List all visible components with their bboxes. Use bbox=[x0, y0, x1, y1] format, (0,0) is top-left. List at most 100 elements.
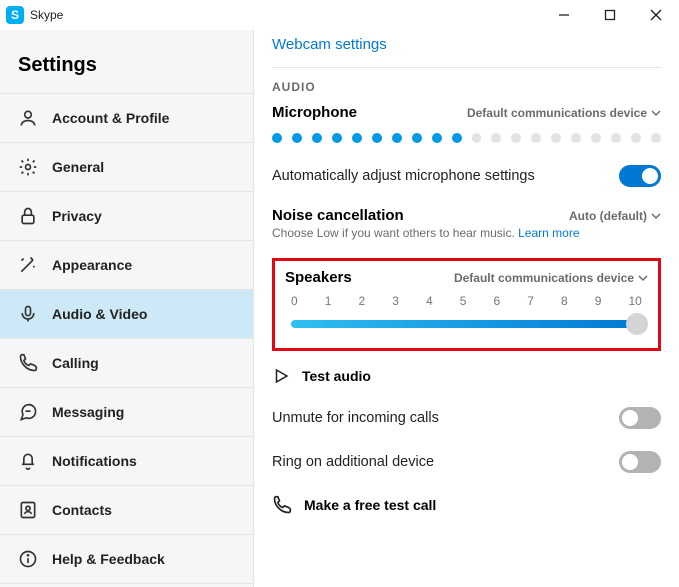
sidebar-item-help[interactable]: Help & Feedback bbox=[0, 534, 253, 584]
app-title: Skype bbox=[30, 8, 63, 22]
person-icon bbox=[18, 108, 38, 128]
meter-dot bbox=[491, 133, 501, 143]
maximize-button[interactable] bbox=[587, 0, 633, 30]
sidebar-item-contacts[interactable]: Contacts bbox=[0, 485, 253, 534]
meter-dot bbox=[272, 133, 282, 143]
meter-dot bbox=[571, 133, 581, 143]
meter-dot bbox=[551, 133, 561, 143]
sidebar-item-notifications[interactable]: Notifications bbox=[0, 436, 253, 485]
meter-dot bbox=[352, 133, 362, 143]
tick-label: 10 bbox=[629, 294, 642, 308]
tick-label: 6 bbox=[494, 294, 501, 308]
microphone-label: Microphone bbox=[272, 104, 357, 121]
noise-cancellation-select[interactable]: Auto (default) bbox=[569, 209, 661, 223]
speakers-volume-slider[interactable] bbox=[285, 312, 648, 334]
sidebar-item-label: Account & Profile bbox=[52, 110, 169, 126]
app-icon: S bbox=[6, 6, 24, 24]
meter-dot bbox=[531, 133, 541, 143]
ring-label: Ring on additional device bbox=[272, 454, 434, 470]
sidebar-item-label: Contacts bbox=[52, 502, 112, 518]
speakers-device-value: Default communications device bbox=[454, 271, 634, 285]
unmute-toggle[interactable] bbox=[619, 407, 661, 429]
auto-adjust-toggle[interactable] bbox=[619, 165, 661, 187]
meter-dot bbox=[631, 133, 641, 143]
slider-track bbox=[291, 320, 642, 328]
auto-adjust-row: Automatically adjust microphone settings bbox=[272, 165, 661, 187]
meter-dot bbox=[452, 133, 462, 143]
noise-cancellation-row: Noise cancellation Auto (default) Choose… bbox=[272, 207, 661, 240]
meter-dot bbox=[611, 133, 621, 143]
sidebar-item-general[interactable]: General bbox=[0, 142, 253, 191]
sidebar-item-privacy[interactable]: Privacy bbox=[0, 191, 253, 240]
learn-more-link[interactable]: Learn more bbox=[518, 226, 579, 240]
slider-thumb[interactable] bbox=[626, 313, 648, 335]
sidebar-item-label: General bbox=[52, 159, 104, 175]
chevron-down-icon bbox=[651, 211, 661, 221]
minimize-button[interactable] bbox=[541, 0, 587, 30]
tick-label: 0 bbox=[291, 294, 298, 308]
chevron-down-icon bbox=[638, 273, 648, 283]
tick-label: 4 bbox=[426, 294, 433, 308]
meter-dot bbox=[651, 133, 661, 143]
webcam-settings-link[interactable]: Webcam settings bbox=[272, 36, 661, 53]
sidebar: Settings Account & Profile General Priva… bbox=[0, 30, 254, 587]
app-icon-letter: S bbox=[11, 8, 19, 22]
tick-label: 3 bbox=[392, 294, 399, 308]
sidebar-item-label: Messaging bbox=[52, 404, 124, 420]
bell-icon bbox=[18, 451, 38, 471]
meter-dot bbox=[392, 133, 402, 143]
sidebar-item-appearance[interactable]: Appearance bbox=[0, 240, 253, 289]
speakers-tick-labels: 012345678910 bbox=[285, 294, 648, 308]
divider bbox=[272, 67, 661, 68]
sidebar-item-label: Appearance bbox=[52, 257, 132, 273]
microphone-row: Microphone Default communications device bbox=[272, 104, 661, 121]
test-audio-button[interactable]: Test audio bbox=[272, 367, 661, 385]
microphone-device-select[interactable]: Default communications device bbox=[467, 106, 661, 120]
phone-icon bbox=[18, 353, 38, 373]
free-test-call-button[interactable]: Make a free test call bbox=[272, 495, 661, 515]
test-audio-label: Test audio bbox=[302, 368, 371, 384]
sidebar-item-label: Notifications bbox=[52, 453, 137, 469]
tick-label: 7 bbox=[527, 294, 534, 308]
sidebar-item-calling[interactable]: Calling bbox=[0, 338, 253, 387]
chat-icon bbox=[18, 402, 38, 422]
play-icon bbox=[272, 367, 290, 385]
meter-dot bbox=[312, 133, 322, 143]
speakers-highlight-box: Speakers Default communications device 0… bbox=[272, 258, 661, 351]
tick-label: 9 bbox=[595, 294, 602, 308]
meter-dot bbox=[292, 133, 302, 143]
microphone-device-value: Default communications device bbox=[467, 106, 647, 120]
sidebar-item-account[interactable]: Account & Profile bbox=[0, 93, 253, 142]
tick-label: 5 bbox=[460, 294, 467, 308]
auto-adjust-label: Automatically adjust microphone settings bbox=[272, 168, 535, 184]
tick-label: 2 bbox=[359, 294, 366, 308]
lock-icon bbox=[18, 206, 38, 226]
sidebar-item-label: Calling bbox=[52, 355, 99, 371]
contacts-icon bbox=[18, 500, 38, 520]
sidebar-item-messaging[interactable]: Messaging bbox=[0, 387, 253, 436]
noise-desc-text: Choose Low if you want others to hear mu… bbox=[272, 226, 518, 240]
chevron-down-icon bbox=[651, 108, 661, 118]
sidebar-item-audio-video[interactable]: Audio & Video bbox=[0, 289, 253, 338]
meter-dot bbox=[472, 133, 482, 143]
close-button[interactable] bbox=[633, 0, 679, 30]
sidebar-title: Settings bbox=[0, 30, 253, 93]
ring-row: Ring on additional device bbox=[272, 451, 661, 473]
ring-toggle[interactable] bbox=[619, 451, 661, 473]
meter-dot bbox=[511, 133, 521, 143]
wand-icon bbox=[18, 255, 38, 275]
sidebar-item-label: Help & Feedback bbox=[52, 551, 165, 567]
title-bar: S Skype bbox=[0, 0, 679, 30]
noise-cancellation-desc: Choose Low if you want others to hear mu… bbox=[272, 226, 661, 240]
meter-dot bbox=[432, 133, 442, 143]
noise-cancellation-label: Noise cancellation bbox=[272, 207, 404, 224]
free-test-call-label: Make a free test call bbox=[304, 497, 436, 513]
meter-dot bbox=[591, 133, 601, 143]
noise-cancellation-value: Auto (default) bbox=[569, 209, 647, 223]
meter-dot bbox=[412, 133, 422, 143]
speakers-device-select[interactable]: Default communications device bbox=[454, 271, 648, 285]
info-icon bbox=[18, 549, 38, 569]
meter-dot bbox=[332, 133, 342, 143]
sidebar-item-label: Audio & Video bbox=[52, 306, 147, 322]
microphone-icon bbox=[18, 304, 38, 324]
